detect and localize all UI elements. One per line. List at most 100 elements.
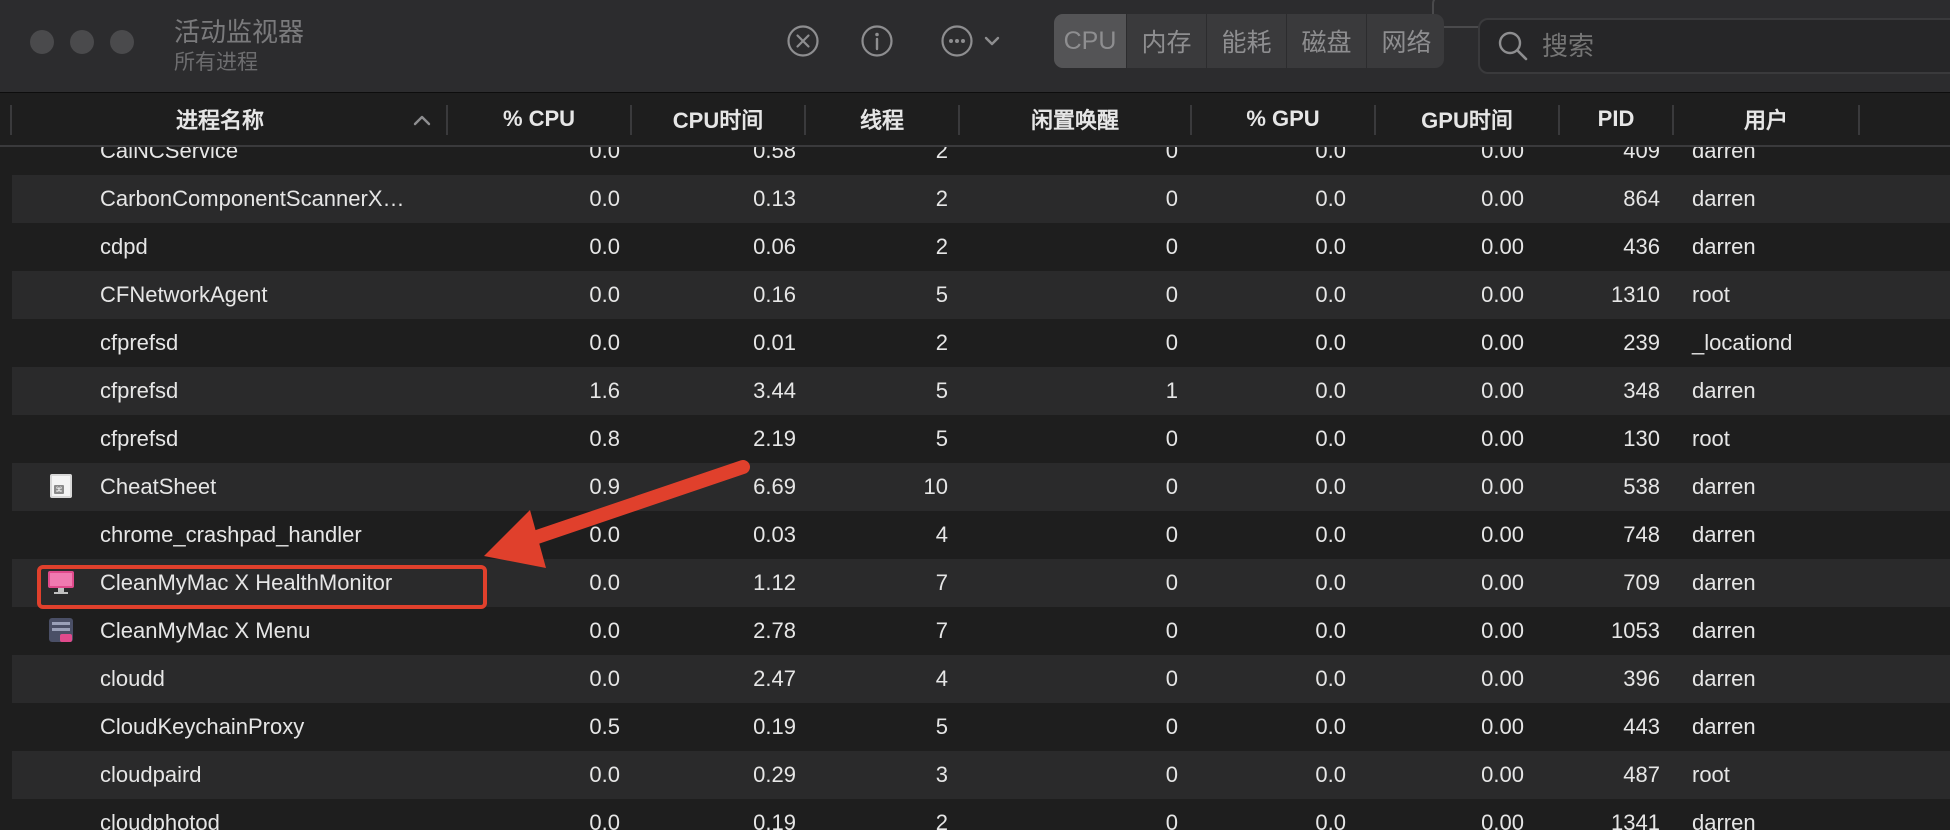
table-row[interactable]: CleanMyMac X Menu 0.0 2.78 7 0 0.0 0.00 … bbox=[12, 607, 1950, 655]
threads: 4 bbox=[935, 522, 948, 547]
gpu-time: 0.00 bbox=[1481, 186, 1524, 211]
threads: 2 bbox=[935, 330, 948, 355]
column-header-threads[interactable]: 线程 bbox=[806, 93, 958, 145]
column-header-cpu-time[interactable]: CPU时间 bbox=[632, 93, 804, 145]
user: darren bbox=[1692, 234, 1756, 259]
gpu-percent: 0.0 bbox=[1315, 234, 1346, 259]
table-row[interactable]: cdpd 0.0 0.06 2 0 0.0 0.00 436 darren bbox=[12, 223, 1950, 271]
gpu-percent: 0.0 bbox=[1315, 330, 1346, 355]
cpu-percent: 0.0 bbox=[589, 666, 620, 691]
process-name: CloudKeychainProxy bbox=[100, 714, 305, 739]
table-row[interactable]: cfprefsd 0.8 2.19 5 0 0.0 0.00 130 root bbox=[12, 415, 1950, 463]
inspect-process-button[interactable] bbox=[856, 20, 898, 62]
threads: 5 bbox=[935, 426, 948, 451]
user: darren bbox=[1692, 666, 1756, 691]
more-actions-button[interactable] bbox=[936, 20, 1006, 62]
table-row[interactable]: ⌘ CheatSheet 0.9 6.69 10 0 0.0 0.00 538 … bbox=[12, 463, 1950, 511]
gpu-percent: 0.0 bbox=[1315, 426, 1346, 451]
process-name: CFNetworkAgent bbox=[100, 282, 268, 307]
threads: 7 bbox=[935, 570, 948, 595]
column-header-process-name[interactable]: 进程名称 bbox=[80, 93, 360, 145]
tab-cpu[interactable]: CPU bbox=[1054, 14, 1126, 68]
idle-wakeups: 0 bbox=[1165, 330, 1178, 355]
cpu-percent: 0.0 bbox=[589, 282, 620, 307]
idle-wakeups: 0 bbox=[1165, 147, 1178, 163]
search-input[interactable] bbox=[1540, 29, 1924, 63]
threads: 4 bbox=[935, 666, 948, 691]
process-name: CalNCService bbox=[100, 147, 239, 163]
gpu-time: 0.00 bbox=[1481, 234, 1524, 259]
pid: 130 bbox=[1623, 426, 1660, 451]
cpu-time: 2.47 bbox=[753, 666, 796, 691]
process-name: CleanMyMac X Menu bbox=[100, 618, 311, 643]
toolbar: 活动监视器 所有进程 CPU 内存 能耗 磁盘 网络 bbox=[0, 0, 1950, 93]
column-header-user[interactable]: 用户 bbox=[1674, 93, 1858, 145]
table-row[interactable]: cfprefsd 0.0 0.01 2 0 0.0 0.00 239 _loca… bbox=[12, 319, 1950, 367]
window-title: 活动监视器 bbox=[174, 17, 305, 47]
gpu-percent: 0.0 bbox=[1315, 378, 1346, 403]
tab-memory[interactable]: 内存 bbox=[1126, 14, 1206, 68]
tab-energy[interactable]: 能耗 bbox=[1206, 14, 1286, 68]
pid: 748 bbox=[1623, 522, 1660, 547]
column-header-idle-wakeups[interactable]: 闲置唤醒 bbox=[960, 93, 1190, 145]
process-name: cloudd bbox=[100, 666, 165, 691]
cpu-time: 6.69 bbox=[753, 474, 796, 499]
cpu-time: 0.19 bbox=[753, 714, 796, 739]
tab-network[interactable]: 网络 bbox=[1366, 14, 1444, 68]
idle-wakeups: 0 bbox=[1165, 714, 1178, 739]
gpu-time: 0.00 bbox=[1481, 522, 1524, 547]
gpu-percent: 0.0 bbox=[1315, 186, 1346, 211]
table-row[interactable]: cloudphotod 0.0 0.19 2 0 0.0 0.00 1341 d… bbox=[12, 799, 1950, 830]
cpu-percent: 0.0 bbox=[589, 147, 620, 163]
close-window-button[interactable] bbox=[30, 30, 54, 54]
window-subtitle: 所有进程 bbox=[174, 51, 258, 74]
table-row[interactable]: CalNCService 0.0 0.58 2 0 0.0 0.00 409 d… bbox=[12, 147, 1950, 175]
process-name: cloudpaird bbox=[100, 762, 202, 787]
threads: 5 bbox=[935, 714, 948, 739]
table-row[interactable]: CFNetworkAgent 0.0 0.16 5 0 0.0 0.00 131… bbox=[12, 271, 1950, 319]
pid: 864 bbox=[1623, 186, 1660, 211]
tab-disk[interactable]: 磁盘 bbox=[1286, 14, 1366, 68]
column-header-pid[interactable]: PID bbox=[1560, 93, 1672, 145]
idle-wakeups: 0 bbox=[1165, 282, 1178, 307]
idle-wakeups: 0 bbox=[1165, 522, 1178, 547]
pid: 409 bbox=[1623, 147, 1660, 163]
ellipsis-circle-icon bbox=[941, 25, 973, 57]
svg-text:⌘: ⌘ bbox=[56, 486, 63, 494]
table-row[interactable]: cfprefsd 1.6 3.44 5 1 0.0 0.00 348 darre… bbox=[12, 367, 1950, 415]
idle-wakeups: 0 bbox=[1165, 474, 1178, 499]
gpu-time: 0.00 bbox=[1481, 762, 1524, 787]
idle-wakeups: 0 bbox=[1165, 762, 1178, 787]
search-icon bbox=[1498, 31, 1528, 61]
cpu-time: 0.29 bbox=[753, 762, 796, 787]
table-row[interactable]: cloudd 0.0 2.47 4 0 0.0 0.00 396 darren bbox=[12, 655, 1950, 703]
search-field[interactable] bbox=[1478, 18, 1950, 74]
column-header-cpu-percent[interactable]: % CPU bbox=[448, 93, 630, 145]
table-row[interactable]: CarbonComponentScannerX… 0.0 0.13 2 0 0.… bbox=[12, 175, 1950, 223]
column-header-gpu-time[interactable]: GPU时间 bbox=[1376, 93, 1558, 145]
cpu-percent: 0.8 bbox=[589, 426, 620, 451]
idle-wakeups: 0 bbox=[1165, 570, 1178, 595]
user: darren bbox=[1692, 474, 1756, 499]
column-header-gpu-percent[interactable]: % GPU bbox=[1192, 93, 1374, 145]
user: darren bbox=[1692, 618, 1756, 643]
table-row[interactable]: chrome_crashpad_handler 0.0 0.03 4 0 0.0… bbox=[12, 511, 1950, 559]
table-row[interactable]: CloudKeychainProxy 0.5 0.19 5 0 0.0 0.00… bbox=[12, 703, 1950, 751]
cpu-time: 3.44 bbox=[753, 378, 796, 403]
column-divider bbox=[1858, 105, 1860, 135]
idle-wakeups: 0 bbox=[1165, 618, 1178, 643]
zoom-window-button[interactable] bbox=[110, 30, 134, 54]
threads: 2 bbox=[935, 810, 948, 830]
table-row[interactable]: cloudpaird 0.0 0.29 3 0 0.0 0.00 487 roo… bbox=[12, 751, 1950, 799]
idle-wakeups: 0 bbox=[1165, 426, 1178, 451]
process-name: cdpd bbox=[100, 234, 148, 259]
pid: 709 bbox=[1623, 570, 1660, 595]
stop-process-button[interactable] bbox=[782, 20, 824, 62]
gpu-percent: 0.0 bbox=[1315, 762, 1346, 787]
info-circle-icon bbox=[861, 25, 893, 57]
gpu-percent: 0.0 bbox=[1315, 474, 1346, 499]
gpu-time: 0.00 bbox=[1481, 714, 1524, 739]
minimize-window-button[interactable] bbox=[70, 30, 94, 54]
cpu-percent: 1.6 bbox=[589, 378, 620, 403]
gpu-time: 0.00 bbox=[1481, 666, 1524, 691]
